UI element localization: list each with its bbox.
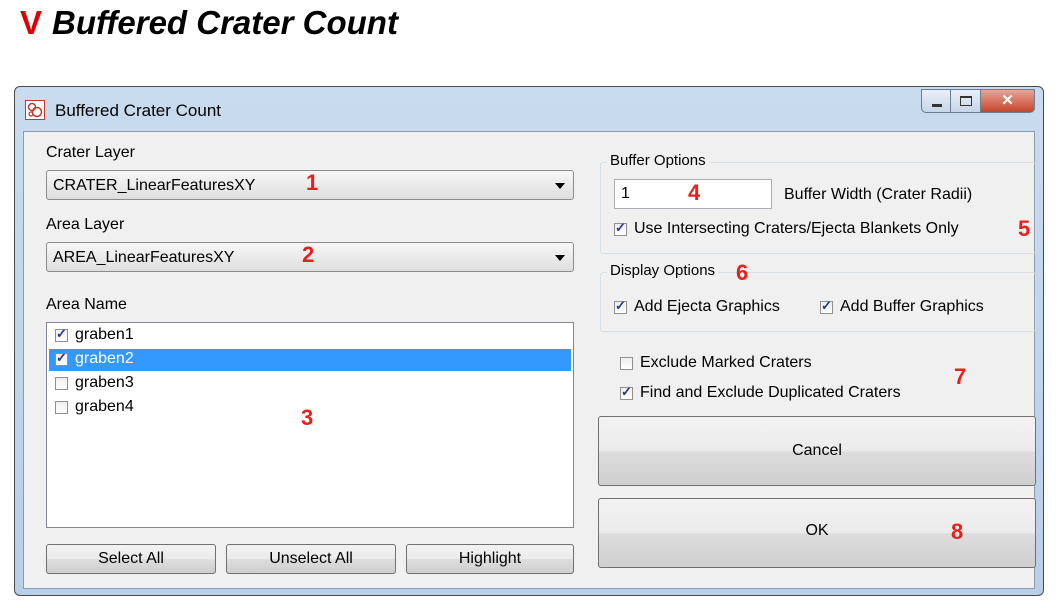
- minimize-icon: [932, 104, 942, 107]
- annotation-8: 8: [951, 519, 964, 544]
- ok-button[interactable]: OK 8: [598, 498, 1036, 568]
- list-item-label: graben2: [75, 350, 134, 367]
- dialog-client-area: Crater Layer CRATER_LinearFeaturesXY 1 A…: [23, 131, 1036, 589]
- buffer-width-label: Buffer Width (Crater Radii): [784, 186, 973, 203]
- crater-layer-value: CRATER_LinearFeaturesXY: [53, 177, 256, 194]
- list-item-label: graben4: [75, 398, 134, 415]
- unselect-all-button[interactable]: Unselect All: [226, 544, 396, 574]
- buffer-graphics-row[interactable]: Add Buffer Graphics: [820, 298, 1020, 318]
- annotation-7: 7: [954, 364, 967, 389]
- buffer-options-title: Buffer Options: [607, 152, 709, 169]
- cancel-label: Cancel: [792, 442, 842, 459]
- window-title: Buffered Crater Count: [55, 101, 221, 120]
- select-all-label: Select All: [98, 550, 164, 567]
- caption-buttons: ✕: [921, 89, 1035, 115]
- list-item-checkbox[interactable]: [55, 401, 68, 414]
- list-item-checkbox[interactable]: [55, 350, 68, 366]
- annotation-6: 6: [736, 260, 749, 285]
- annotation-2: 2: [302, 242, 315, 267]
- buffer-graphics-checkbox[interactable]: [820, 298, 833, 314]
- maximize-icon: [960, 96, 972, 106]
- cancel-button[interactable]: Cancel: [598, 416, 1036, 486]
- area-name-label: Area Name: [46, 296, 127, 313]
- annotation-1: 1: [306, 170, 319, 195]
- heading-text: Buffered Crater Count: [52, 4, 398, 41]
- buffer-graphics-label: Add Buffer Graphics: [840, 298, 984, 315]
- exclude-marked-row[interactable]: Exclude Marked Craters: [620, 354, 880, 374]
- ejecta-graphics-checkbox[interactable]: [614, 298, 627, 314]
- area-name-list[interactable]: graben1 graben2 graben3 graben4 3: [46, 322, 574, 528]
- ejecta-graphics-label: Add Ejecta Graphics: [634, 298, 780, 315]
- document-heading: V Buffered Crater Count: [20, 4, 398, 42]
- annotation-5: 5: [1018, 216, 1031, 241]
- exclude-marked-label: Exclude Marked Craters: [640, 354, 812, 371]
- exclude-marked-checkbox[interactable]: [620, 357, 633, 370]
- area-layer-label: Area Layer: [46, 216, 125, 233]
- list-item-label: graben1: [75, 326, 134, 343]
- highlight-button[interactable]: Highlight: [406, 544, 574, 574]
- minimize-button[interactable]: [921, 89, 951, 113]
- maximize-button[interactable]: [951, 89, 981, 113]
- list-item-checkbox[interactable]: [55, 326, 68, 342]
- exclude-duplicated-row[interactable]: Find and Exclude Duplicated Craters: [620, 384, 950, 404]
- dialog-window: Buffered Crater Count ✕ Crater Layer CRA…: [14, 86, 1044, 596]
- list-item[interactable]: graben3: [49, 373, 571, 395]
- unselect-all-label: Unselect All: [269, 550, 353, 567]
- select-all-button[interactable]: Select All: [46, 544, 216, 574]
- crater-layer-label: Crater Layer: [46, 144, 135, 161]
- close-button[interactable]: ✕: [981, 89, 1035, 113]
- annotation-3: 3: [301, 405, 314, 430]
- heading-marker: V: [20, 4, 43, 41]
- intersecting-label: Use Intersecting Craters/Ejecta Blankets…: [634, 220, 959, 237]
- ejecta-graphics-row[interactable]: Add Ejecta Graphics: [614, 298, 810, 318]
- list-item-checkbox[interactable]: [55, 377, 68, 390]
- display-options-title: Display Options: [607, 262, 719, 279]
- title-bar[interactable]: Buffered Crater Count ✕: [15, 87, 1043, 131]
- area-layer-value: AREA_LinearFeaturesXY: [53, 249, 235, 266]
- list-item[interactable]: graben2: [49, 349, 571, 371]
- list-item[interactable]: graben1: [49, 325, 571, 347]
- intersecting-checkbox[interactable]: [614, 220, 627, 236]
- exclude-duplicated-label: Find and Exclude Duplicated Craters: [640, 384, 901, 401]
- list-item-label: graben3: [75, 374, 134, 391]
- close-icon: ✕: [1001, 92, 1014, 109]
- chevron-down-icon: [555, 255, 565, 261]
- highlight-label: Highlight: [458, 550, 522, 567]
- app-icon: [25, 100, 45, 120]
- exclude-duplicated-checkbox[interactable]: [620, 384, 633, 400]
- intersecting-checkbox-row[interactable]: Use Intersecting Craters/Ejecta Blankets…: [614, 220, 1034, 240]
- buffer-width-value: 1: [621, 185, 630, 202]
- annotation-4: 4: [688, 180, 701, 205]
- chevron-down-icon: [555, 183, 565, 189]
- ok-label: OK: [805, 522, 829, 539]
